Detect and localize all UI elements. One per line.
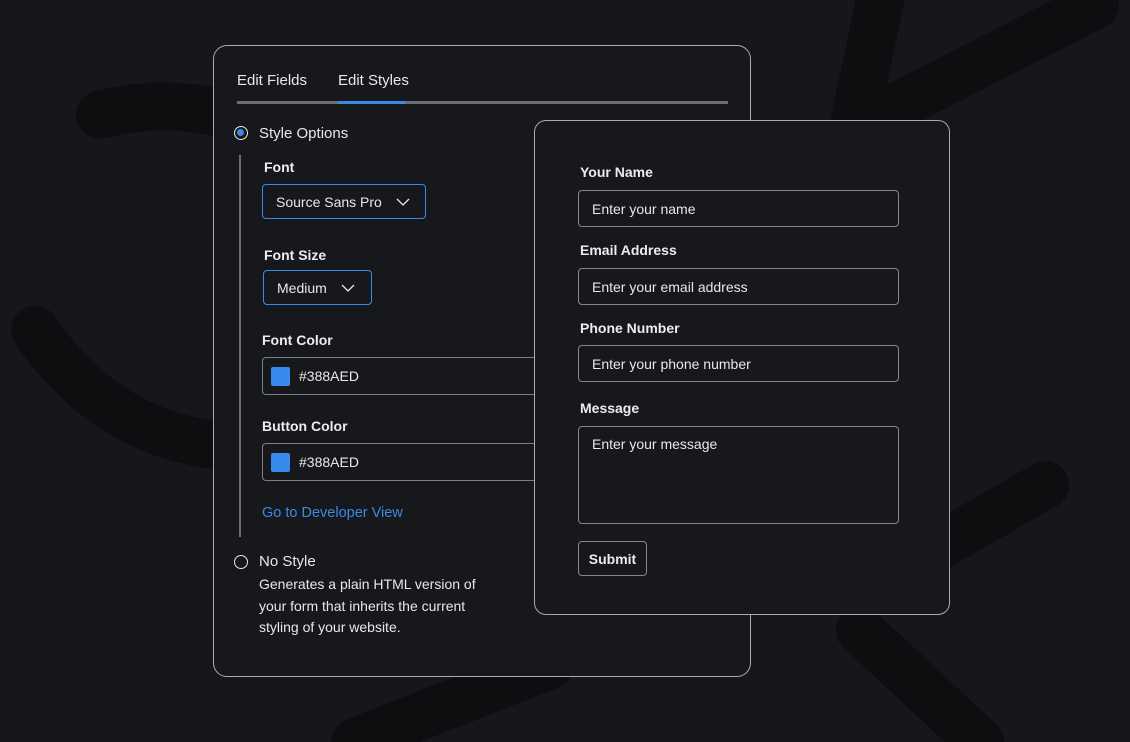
font-select[interactable]: Source Sans Pro <box>262 184 426 219</box>
chevron-down-icon <box>396 198 410 206</box>
no-style-label[interactable]: No Style <box>259 553 316 570</box>
button-color-input[interactable]: #388AED <box>262 443 562 481</box>
no-style-radio[interactable] <box>234 555 248 569</box>
phone-label: Phone Number <box>580 320 680 336</box>
font-label: Font <box>264 159 295 175</box>
font-select-value: Source Sans Pro <box>276 193 382 210</box>
no-style-description: Generates a plain HTML version of your f… <box>259 576 476 635</box>
developer-view-link[interactable]: Go to Developer View <box>262 505 403 521</box>
font-size-select[interactable]: Medium <box>263 270 372 305</box>
button-color-swatch[interactable] <box>271 452 290 472</box>
font-size-select-value: Medium <box>277 279 327 296</box>
font-color-input[interactable]: #388AED <box>262 357 562 395</box>
submit-button[interactable]: Submit <box>578 541 647 576</box>
message-textarea[interactable]: Enter your message <box>578 426 899 524</box>
phone-placeholder: Enter your phone number <box>592 355 751 372</box>
style-options-radio[interactable] <box>234 126 248 140</box>
email-input[interactable]: Enter your email address <box>578 268 899 305</box>
font-color-swatch[interactable] <box>271 366 290 386</box>
style-options-label[interactable]: Style Options <box>259 125 348 142</box>
font-color-label: Font Color <box>262 332 333 348</box>
message-label: Message <box>580 400 640 416</box>
tab-edit-fields[interactable]: Edit Fields <box>237 72 307 89</box>
tab-edit-styles[interactable]: Edit Styles <box>338 72 409 89</box>
font-size-label: Font Size <box>264 247 327 263</box>
phone-input[interactable]: Enter your phone number <box>578 345 899 382</box>
email-label: Email Address <box>580 242 677 258</box>
button-color-label: Button Color <box>262 418 348 434</box>
name-label: Your Name <box>580 164 653 180</box>
active-tab-indicator <box>338 101 405 104</box>
chevron-down-icon <box>341 284 355 292</box>
form-preview-panel: Your Name Enter your name Email Address … <box>534 120 950 615</box>
font-color-value: #388AED <box>299 368 359 384</box>
button-color-value: #388AED <box>299 454 359 470</box>
message-placeholder: Enter your message <box>592 436 718 452</box>
name-placeholder: Enter your name <box>592 200 696 217</box>
tab-bar: Edit Fields Edit Styles <box>237 72 728 106</box>
email-placeholder: Enter your email address <box>592 278 748 295</box>
tab-track <box>237 101 728 104</box>
name-input[interactable]: Enter your name <box>578 190 899 227</box>
options-group-divider <box>239 155 241 537</box>
